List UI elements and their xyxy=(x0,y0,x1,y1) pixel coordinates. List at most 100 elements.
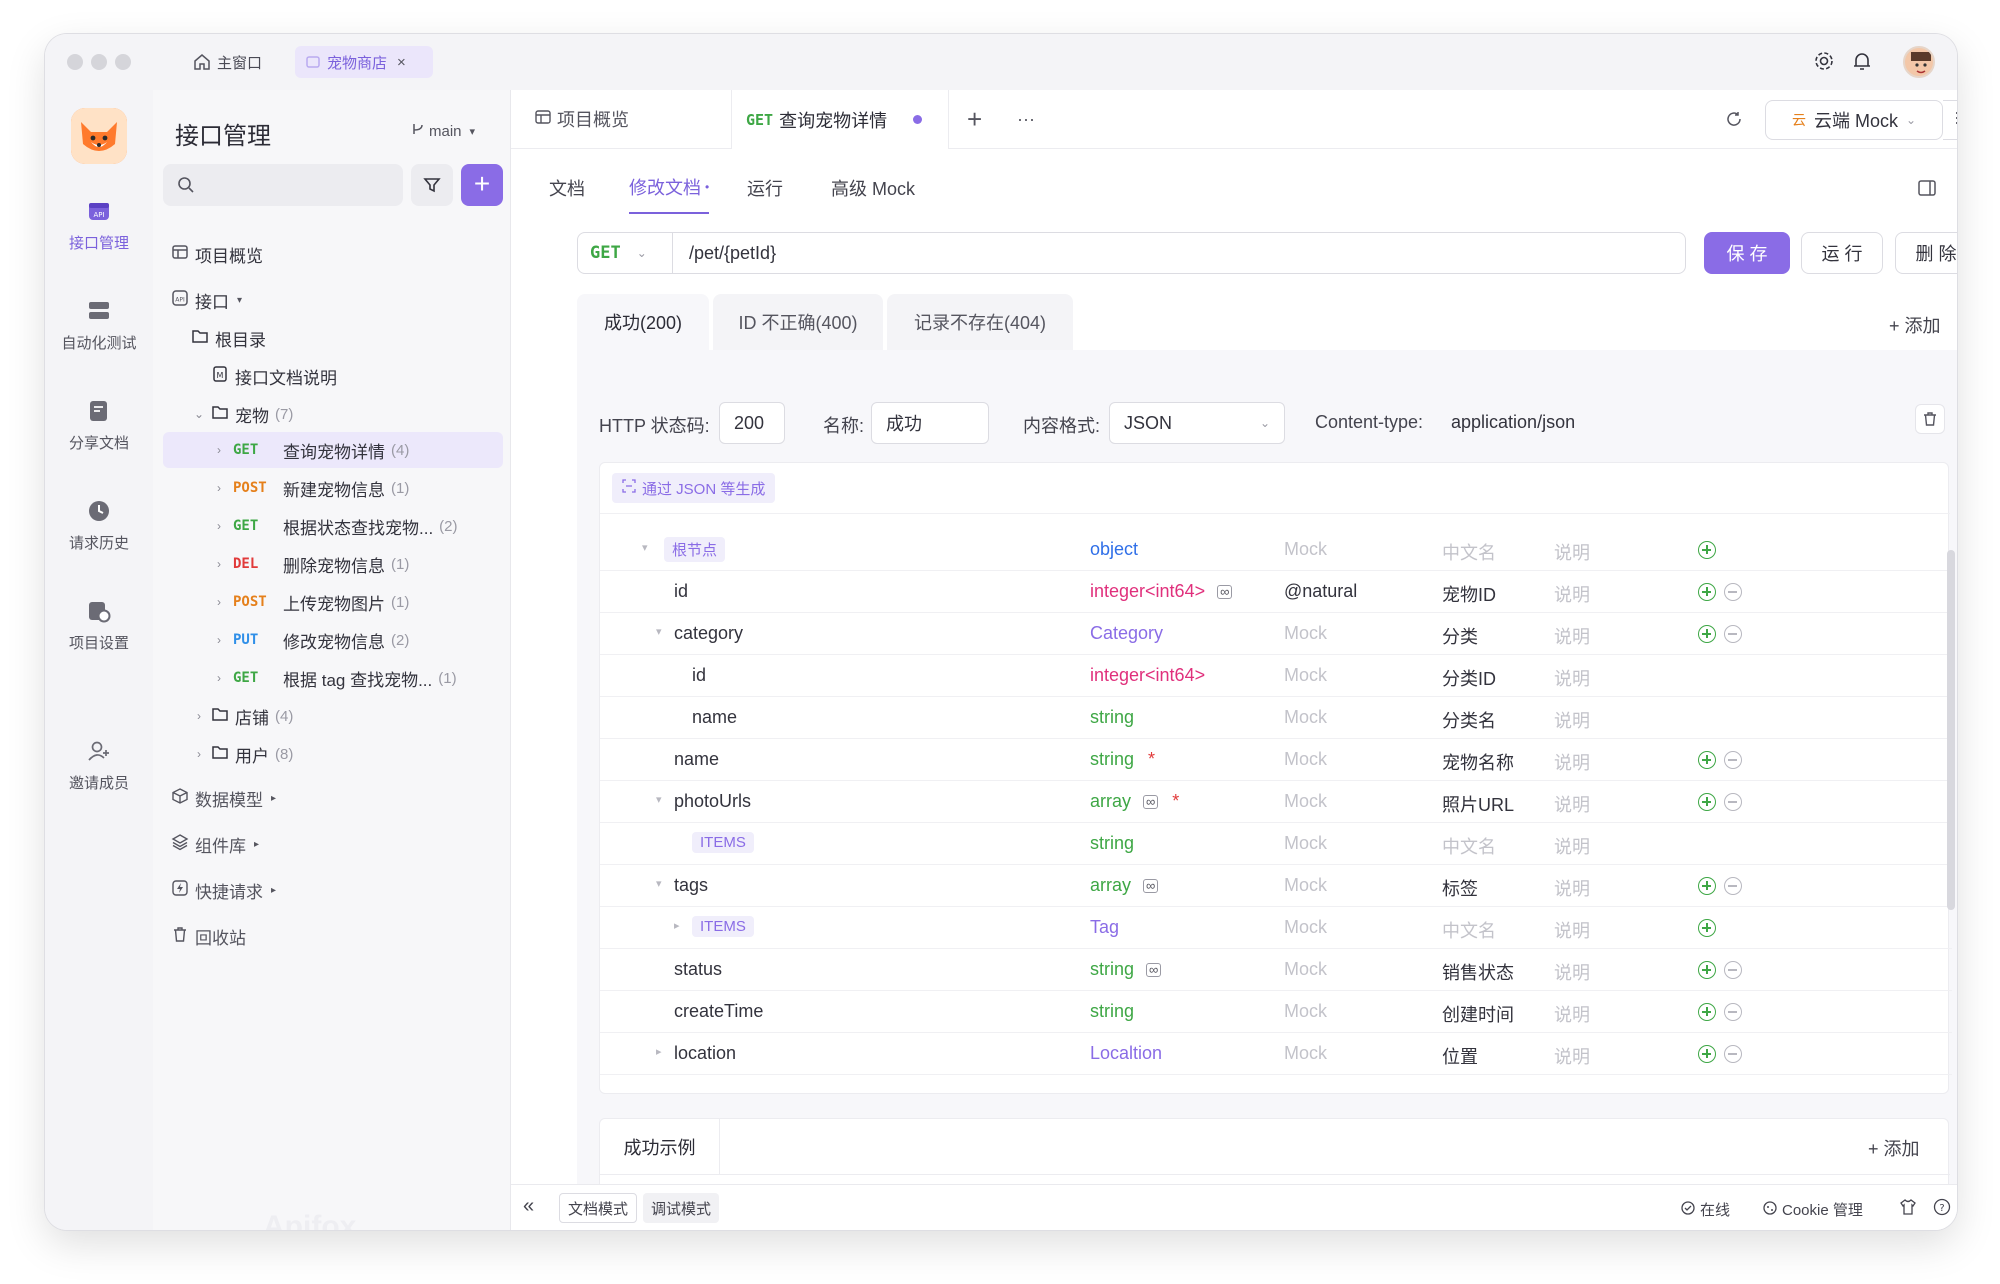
schema-type[interactable]: string xyxy=(1090,833,1134,854)
more-tabs-button[interactable]: ··· xyxy=(1017,90,1035,148)
schema-cn-name[interactable]: 分类ID xyxy=(1442,665,1496,691)
status-code-input[interactable]: 200 xyxy=(719,402,785,444)
response-tab-400[interactable]: ID 不正确(400) xyxy=(713,294,883,350)
folder-pets[interactable]: ⌄ 宠物 (7) xyxy=(153,396,511,432)
add-field-icon[interactable] xyxy=(1698,793,1716,811)
remove-field-icon[interactable] xyxy=(1724,1003,1742,1021)
schema-type[interactable]: Localtion xyxy=(1090,1043,1162,1064)
shirt-icon[interactable] xyxy=(1899,1198,1917,1220)
schema-mock[interactable]: Mock xyxy=(1284,875,1327,896)
endpoint-item[interactable]: › DEL 删除宠物信息 (1) xyxy=(153,546,511,582)
remove-field-icon[interactable] xyxy=(1724,961,1742,979)
schema-type[interactable]: string xyxy=(1090,959,1134,979)
add-field-icon[interactable] xyxy=(1698,541,1716,559)
schema-cn-name[interactable]: 照片URL xyxy=(1442,791,1514,817)
schema-desc[interactable]: 说明 xyxy=(1554,917,1590,943)
sidebar-item-api[interactable]: API 接口 ▾ xyxy=(153,282,511,318)
schema-type[interactable]: array xyxy=(1090,791,1131,811)
rail-project-settings[interactable]: 项目设置 xyxy=(45,598,153,653)
schema-mock[interactable]: Mock xyxy=(1284,623,1327,644)
schema-mock[interactable]: Mock xyxy=(1284,707,1327,728)
bell-icon[interactable] xyxy=(1851,50,1873,72)
example-tab[interactable]: 成功示例 xyxy=(600,1119,720,1175)
add-response-button[interactable]: + 添加 xyxy=(1889,312,1941,338)
sidebar-item-quick[interactable]: 快捷请求 ▸ xyxy=(153,872,511,908)
url-path-input[interactable]: /pet/{petId} xyxy=(672,232,1686,274)
schema-mock[interactable]: Mock xyxy=(1284,539,1327,560)
schema-name[interactable]: name xyxy=(692,707,737,728)
schema-row[interactable]: id integer<int64> ∞ @natural 宠物ID 说明 xyxy=(600,571,1952,613)
schema-desc[interactable]: 说明 xyxy=(1554,1043,1590,1069)
schema-mock[interactable]: Mock xyxy=(1284,1001,1327,1022)
generate-from-json-button[interactable]: 通过 JSON 等生成 xyxy=(612,473,776,503)
schema-desc[interactable]: 说明 xyxy=(1554,959,1590,985)
method-select[interactable]: GET ⌄ xyxy=(577,232,673,274)
schema-desc[interactable]: 说明 xyxy=(1554,875,1590,901)
schema-desc[interactable]: 说明 xyxy=(1554,665,1590,691)
debug-mode-button[interactable]: 调试模式 xyxy=(643,1193,720,1223)
refresh-icon[interactable] xyxy=(1725,110,1743,133)
endpoint-item[interactable]: › POST 新建宠物信息 (1) xyxy=(153,470,511,506)
window-zoom-dot[interactable] xyxy=(115,54,131,70)
schema-name[interactable]: createTime xyxy=(674,1001,763,1022)
schema-mock[interactable]: Mock xyxy=(1284,749,1327,770)
schema-row[interactable]: ITEMS string Mock 中文名 说明 xyxy=(600,823,1952,865)
window-minimize-dot[interactable] xyxy=(91,54,107,70)
scrollbar-thumb[interactable] xyxy=(1947,550,1955,910)
link-icon[interactable]: ∞ xyxy=(1143,879,1159,894)
folder-store[interactable]: › 店铺 (4) xyxy=(153,698,511,734)
rail-api-manage[interactable]: API 接口管理 xyxy=(45,198,153,253)
content-format-select[interactable]: JSON ⌄ xyxy=(1109,402,1285,444)
help-icon[interactable]: ? xyxy=(1933,1198,1951,1220)
add-field-icon[interactable] xyxy=(1698,1045,1716,1063)
subtab-run[interactable]: 运行 xyxy=(747,162,783,214)
schema-name[interactable]: id xyxy=(692,665,706,686)
schema-desc[interactable]: 说明 xyxy=(1554,581,1590,607)
schema-mock[interactable]: Mock xyxy=(1284,917,1327,938)
tab-close-icon[interactable]: × xyxy=(397,54,406,71)
schema-desc[interactable]: 说明 xyxy=(1554,791,1590,817)
tab-project[interactable]: 宠物商店 × xyxy=(295,46,433,78)
window-close-dot[interactable] xyxy=(67,54,83,70)
schema-cn-name[interactable]: 创建时间 xyxy=(1442,1001,1514,1027)
remove-field-icon[interactable] xyxy=(1724,793,1742,811)
remove-field-icon[interactable] xyxy=(1724,877,1742,895)
doc-mode-button[interactable]: 文档模式 xyxy=(559,1193,638,1223)
schema-row[interactable]: ▾ 根节点 object Mock 中文名 说明 xyxy=(600,529,1952,571)
remove-field-icon[interactable] xyxy=(1724,1045,1742,1063)
schema-cn-name[interactable]: 位置 xyxy=(1442,1043,1478,1069)
schema-desc[interactable]: 说明 xyxy=(1554,749,1590,775)
sidebar-item-components[interactable]: 组件库 ▸ xyxy=(153,826,511,862)
tab-project-overview[interactable]: 项目概览 xyxy=(535,90,629,148)
tab-home[interactable]: 主窗口 xyxy=(183,46,272,78)
schema-type[interactable]: object xyxy=(1090,539,1138,560)
subtab-doc[interactable]: 文档 xyxy=(549,162,585,214)
schema-type[interactable]: array xyxy=(1090,875,1131,895)
env-selector[interactable]: 云 云端 Mock ⌄ xyxy=(1765,100,1943,140)
schema-cn-name[interactable]: 中文名 xyxy=(1442,539,1496,565)
schema-row[interactable]: id integer<int64> Mock 分类ID 说明 xyxy=(600,655,1952,697)
add-tab-button[interactable]: + xyxy=(967,90,982,148)
rail-invite-member[interactable]: 邀请成员 xyxy=(45,738,153,793)
schema-name[interactable]: tags xyxy=(674,875,708,896)
endpoint-item[interactable]: › GET 根据状态查找宠物... (2) xyxy=(153,508,511,544)
delete-button[interactable]: 删 除 xyxy=(1895,232,1957,274)
link-icon[interactable]: ∞ xyxy=(1143,795,1159,810)
folder-user[interactable]: › 用户 (8) xyxy=(153,736,511,772)
schema-desc[interactable]: 说明 xyxy=(1554,1001,1590,1027)
schema-type[interactable]: integer<int64> xyxy=(1090,581,1205,601)
link-icon[interactable]: ∞ xyxy=(1217,585,1233,600)
schema-cn-name[interactable]: 标签 xyxy=(1442,875,1478,901)
schema-desc[interactable]: 说明 xyxy=(1554,833,1590,859)
rail-auto-test[interactable]: 自动化测试 xyxy=(45,298,153,353)
schema-row[interactable]: ▾ photoUrls array ∞ * Mock 照片URL 说明 xyxy=(600,781,1952,823)
schema-desc[interactable]: 说明 xyxy=(1554,623,1590,649)
save-button[interactable]: 保 存 xyxy=(1704,232,1790,274)
schema-row[interactable]: name string * Mock 宠物名称 说明 xyxy=(600,739,1952,781)
link-icon[interactable]: ∞ xyxy=(1146,963,1162,978)
endpoint-item[interactable]: › POST 上传宠物图片 (1) xyxy=(153,584,511,620)
schema-mock[interactable]: Mock xyxy=(1284,959,1327,980)
schema-row[interactable]: name string Mock 分类名 说明 xyxy=(600,697,1952,739)
schema-name[interactable]: location xyxy=(674,1043,736,1064)
schema-type[interactable]: string xyxy=(1090,749,1134,769)
